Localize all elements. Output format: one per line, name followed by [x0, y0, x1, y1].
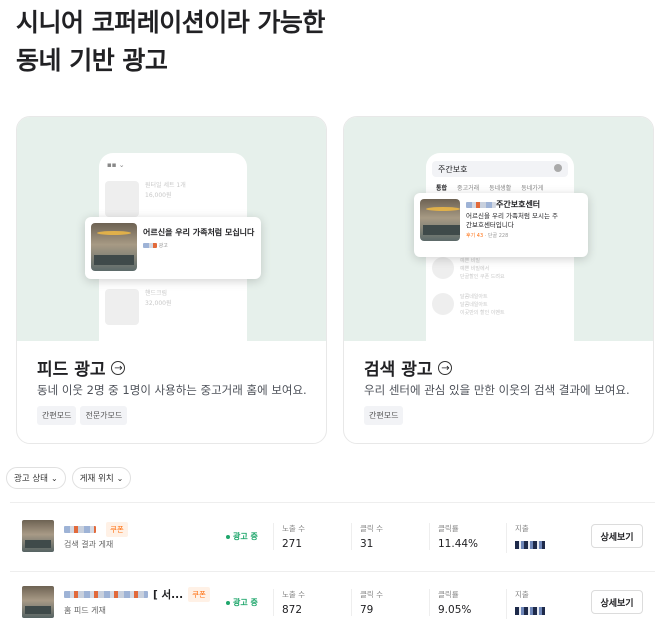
- feed-ad-card[interactable]: ▪▪ ⌄ 원터일 세트 1개 16,000원 핸드크림 32,000원 어르신을…: [16, 116, 327, 444]
- search-ad-description: 우리 센터에 관심 있을 만한 이웃의 검색 결과에 보여요.: [364, 383, 630, 397]
- metric-ctr: 클릭률 11.44%: [429, 523, 503, 550]
- ad-name-redacted: [64, 591, 148, 598]
- popup-title: 어르신을 우리 가족처럼 모십니다: [143, 228, 255, 237]
- feed-ad-description: 동네 이웃 2명 중 1명이 사용하는 중고거래 홈에 보여요.: [37, 383, 307, 397]
- mock-tab: 통합: [436, 185, 448, 192]
- popup-title: 주간보호센터: [466, 199, 562, 210]
- chevron-down-icon: ⌄: [116, 473, 124, 483]
- metric-clicks: 클릭 수 79: [351, 589, 425, 616]
- spend-redacted: [515, 607, 545, 615]
- search-ad-popup: 주간보호센터 어르신을 우리 가족처럼 모시는 주간보호센터입니다 후기 43 …: [414, 193, 588, 257]
- popup-meta: 후기 43 · 단골 228: [466, 233, 509, 239]
- ad-photo: [91, 223, 137, 271]
- feed-ad-popup: 어르신을 우리 가족처럼 모십니다 광고: [85, 217, 261, 279]
- mock-item-price: 16,000원: [145, 192, 172, 199]
- filter-label: 광고 상태: [14, 474, 48, 484]
- mock-item-price: 32,000원: [145, 300, 172, 307]
- mock-item-title: 원터일 세트 1개: [145, 182, 186, 189]
- arrow-right-icon[interactable]: →: [111, 360, 126, 375]
- search-ad-title: 검색 광고 →: [364, 355, 453, 380]
- status-indicator: 광고 중: [226, 531, 258, 542]
- detail-button[interactable]: 상세보기: [591, 590, 643, 614]
- mock-item-sub: 이곳만의 할인 이벤트: [460, 310, 505, 316]
- ad-placement: 검색 결과 게재: [64, 540, 114, 549]
- clear-icon: [554, 164, 562, 172]
- ad-row[interactable]: [ 서... 쿠폰 홈 피드 게재 광고 중 노출 수 872 클릭 수 79 …: [0, 572, 655, 632]
- tag-simple-mode: 간편모드: [364, 406, 404, 425]
- metric-impressions: 노출 수 271: [273, 523, 347, 550]
- ad-name: [ 서... 쿠폰: [64, 587, 210, 602]
- popup-desc: 어르신을 우리 가족처럼 모시는 주간보호센터입니다: [466, 212, 558, 229]
- metric-spend: 지출: [506, 589, 580, 619]
- headline-line-2: 동네 기반 광고: [16, 46, 168, 75]
- mock-item-thumbnail: [432, 293, 454, 315]
- mock-search-query: 주간보호: [438, 165, 468, 174]
- mock-item-thumbnail: [105, 181, 139, 217]
- status-dot-icon: [226, 600, 230, 605]
- spend-redacted: [515, 541, 545, 549]
- tag-simple-mode: 간편모드: [37, 406, 77, 425]
- coupon-badge: 쿠폰: [188, 587, 210, 602]
- arrow-right-icon[interactable]: →: [438, 360, 453, 375]
- filter-ad-status[interactable]: 광고 상태 ⌄: [6, 467, 66, 489]
- mock-item-thumbnail: [432, 257, 454, 279]
- mock-item-title: 달콤네일아트: [460, 294, 488, 300]
- metric-ctr: 클릭률 9.05%: [429, 589, 503, 616]
- mock-item-title: 핸드크림: [145, 290, 168, 297]
- ad-name: 쿠폰: [64, 522, 128, 537]
- coupon-badge: 쿠폰: [106, 522, 128, 537]
- ad-thumbnail: [22, 520, 54, 552]
- mock-item-sub: 예쁜 비밀에서: [460, 266, 490, 272]
- chevron-down-icon: ⌄: [50, 473, 58, 483]
- filter-placement[interactable]: 게재 위치 ⌄: [71, 467, 132, 489]
- mock-tab: 중고거래: [457, 185, 480, 192]
- feed-ad-tags: 간편모드 전문가모드: [37, 406, 128, 425]
- mock-tab: 동네생활: [489, 185, 512, 192]
- ad-row[interactable]: 쿠폰 검색 결과 게재 광고 중 노출 수 271 클릭 수 31 클릭률 11…: [0, 506, 655, 566]
- mock-search-tabs: 통합 중고거래 동네생활 동네가게: [436, 183, 543, 192]
- popup-meta: 광고: [143, 242, 254, 249]
- ad-name-redacted: [64, 526, 96, 533]
- ad-filters: 광고 상태 ⌄ 게재 위치 ⌄: [6, 467, 132, 489]
- tag-expert-mode: 전문가모드: [80, 406, 128, 425]
- search-ad-card[interactable]: 주간보호 통합 중고거래 동네생활 동네가게 예쁜 비밀 예쁜 비밀에서 단골할…: [343, 116, 654, 444]
- filter-label: 게재 위치: [79, 474, 114, 484]
- status-dot-icon: [226, 534, 230, 539]
- mock-search-bar: 주간보호: [432, 161, 568, 177]
- mock-item-sub: 달콤네일아트: [460, 302, 488, 308]
- metric-clicks: 클릭 수 31: [351, 523, 425, 550]
- ad-placement: 홈 피드 게재: [64, 606, 106, 615]
- mock-list-item: 핸드크림 32,000원: [105, 289, 172, 325]
- status-indicator: 광고 중: [226, 597, 258, 608]
- page-headline: 시니어 코퍼레이션이라 가능한 동네 기반 광고: [16, 4, 325, 80]
- feed-ad-title: 피드 광고 →: [37, 355, 126, 380]
- metric-impressions: 노출 수 872: [273, 589, 347, 616]
- divider: [10, 502, 655, 503]
- mock-tab: 동네가게: [521, 185, 544, 192]
- metric-spend: 지출: [506, 523, 580, 553]
- headline-line-1: 시니어 코퍼레이션이라 가능한: [16, 8, 325, 37]
- mock-item-title: 예쁜 비밀: [460, 258, 480, 264]
- detail-button[interactable]: 상세보기: [591, 524, 643, 548]
- mock-list-item: 달콤네일아트 달콤네일아트 이곳만의 할인 이벤트: [432, 293, 505, 317]
- mock-list-item: 예쁜 비밀 예쁜 비밀에서 단골할인 쿠폰 드려요: [432, 257, 505, 281]
- search-ad-illustration: 주간보호 통합 중고거래 동네생활 동네가게 예쁜 비밀 예쁜 비밀에서 단골할…: [344, 117, 653, 353]
- mock-list-item: 원터일 세트 1개 16,000원: [105, 181, 186, 217]
- feed-ad-illustration: ▪▪ ⌄ 원터일 세트 1개 16,000원 핸드크림 32,000원 어르신을…: [17, 117, 326, 353]
- mock-item-sub: 단골할인 쿠폰 드려요: [460, 274, 505, 280]
- ad-photo: [420, 199, 460, 241]
- location-selector-icon: ▪▪ ⌄: [107, 161, 125, 169]
- mock-item-thumbnail: [105, 289, 139, 325]
- ad-thumbnail: [22, 586, 54, 618]
- search-ad-tags: 간편모드: [364, 406, 404, 425]
